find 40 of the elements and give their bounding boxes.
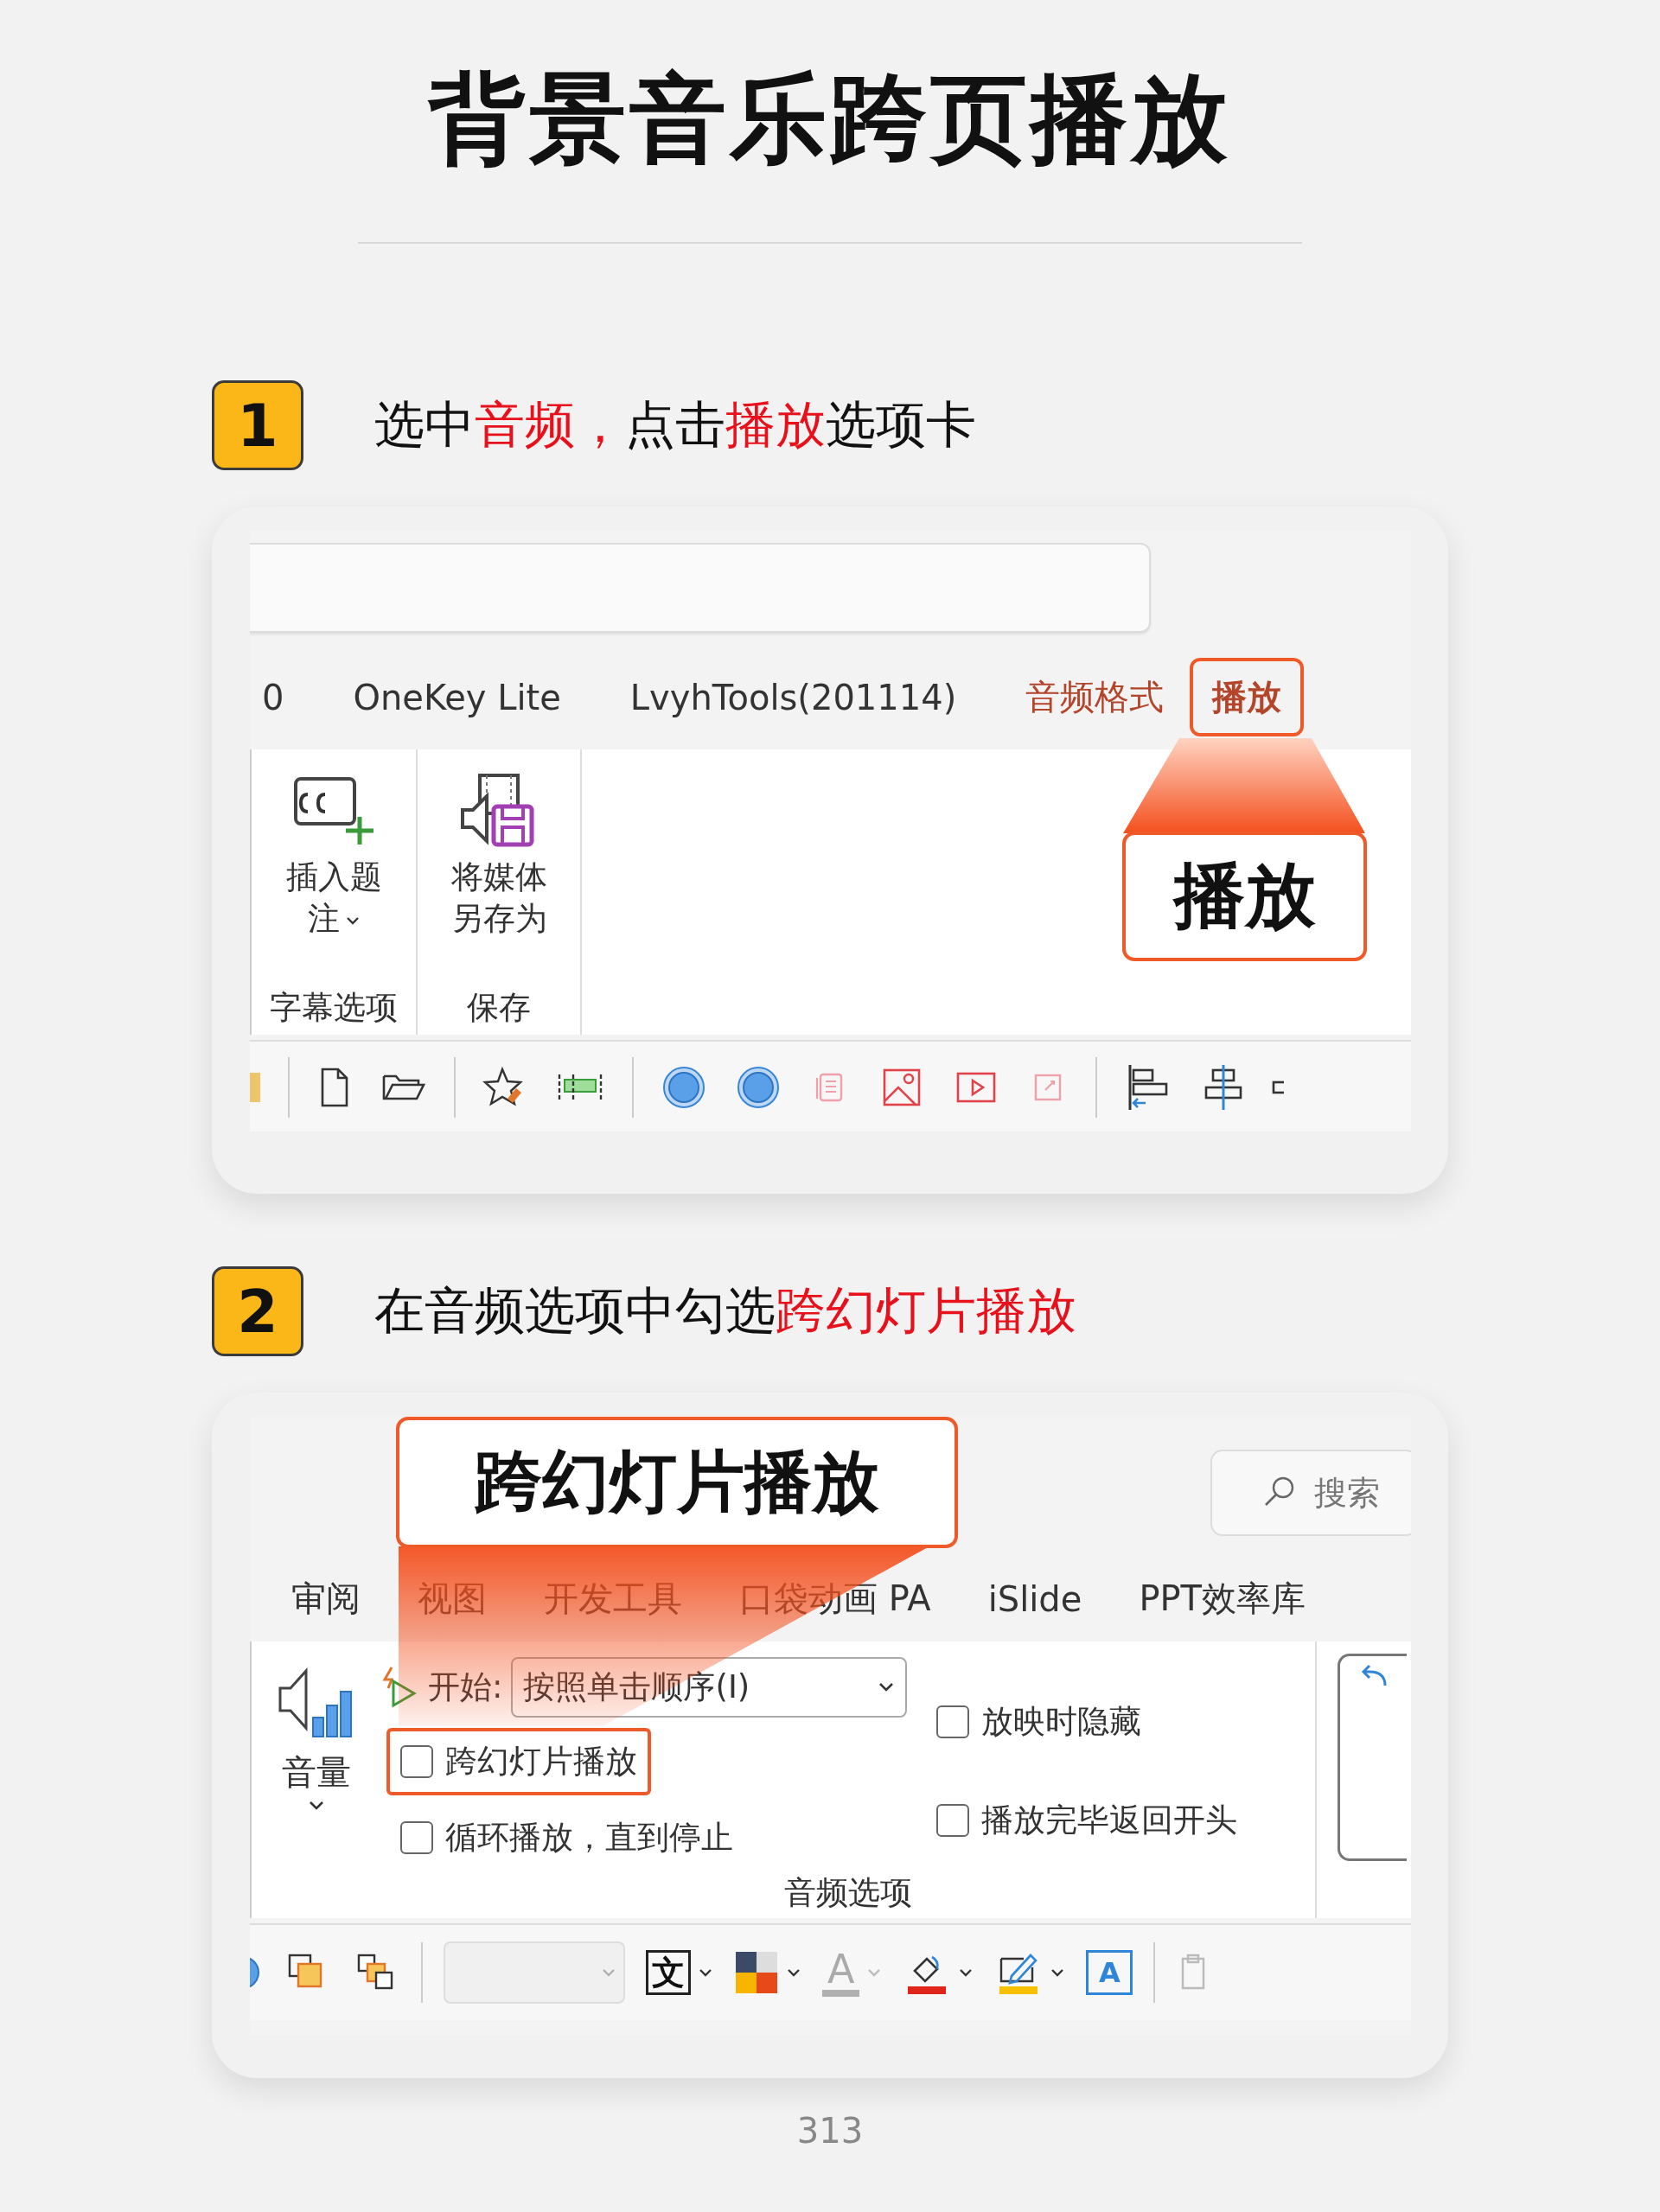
ribbon-tab[interactable]: 审阅	[288, 1570, 364, 1631]
text-direction-icon[interactable]: 文	[646, 1950, 691, 1995]
group-label: 保存	[467, 988, 531, 1028]
volume-button[interactable]: 音量	[273, 1662, 360, 1835]
chevron-icon	[601, 1967, 616, 1978]
caret-icon	[698, 1967, 713, 1978]
caret-icon	[866, 1967, 883, 1978]
page-title: 背景音乐跨页播放	[426, 61, 1232, 176]
caret-icon	[1050, 1967, 1066, 1978]
checkbox-option[interactable]: 播放完毕返回开头	[923, 1787, 1252, 1854]
ribbon-tab[interactable]: 0	[250, 665, 297, 730]
caret-icon	[344, 915, 361, 926]
step-instruction: 选中音频，点击播放选项卡	[374, 394, 976, 456]
quick-styles-icon[interactable]	[734, 1950, 779, 1995]
ribbon-tab[interactable]: 音频格式	[1013, 661, 1177, 733]
step-number: 2	[212, 1266, 303, 1356]
checkbox-option[interactable]: 放映时隐藏	[923, 1688, 1156, 1756]
ribbon-tab[interactable]: LvyhTools(201114)	[617, 665, 969, 730]
step-number: 1	[212, 380, 303, 470]
group-label: 音频选项	[783, 1873, 913, 1913]
checkbox-option[interactable]: 跨幻灯片播放	[386, 1728, 651, 1795]
search-field[interactable]: 搜索	[1210, 1449, 1411, 1536]
callout-label: 播放	[1122, 832, 1367, 961]
partial-ribbon-button[interactable]	[1338, 1654, 1407, 1861]
group-label: 字幕选项	[270, 988, 398, 1028]
ribbon-tab[interactable]: iSlide	[984, 1573, 1086, 1628]
text-box-icon[interactable]: A	[1086, 1950, 1133, 1995]
callout-label: 跨幻灯片播放	[396, 1417, 958, 1548]
step-instruction: 在音频选项中勾选跨幻灯片播放	[374, 1280, 1076, 1342]
ribbon-button[interactable]: 将媒体另存为	[449, 772, 549, 940]
checkbox-option[interactable]: 循环播放，直到停止	[386, 1804, 747, 1871]
caret-icon	[958, 1967, 974, 1978]
ribbon-tab[interactable]: OneKey Lite	[341, 665, 573, 730]
page-number: 313	[795, 2111, 865, 2151]
ribbon-tab[interactable]: PPT效率库	[1135, 1570, 1310, 1631]
caret-icon	[786, 1967, 801, 1978]
chevron-icon	[878, 1681, 896, 1693]
caret-icon	[308, 1800, 325, 1812]
ribbon-button[interactable]: 插入题注	[284, 772, 384, 940]
start-label: 开始:	[428, 1667, 503, 1707]
